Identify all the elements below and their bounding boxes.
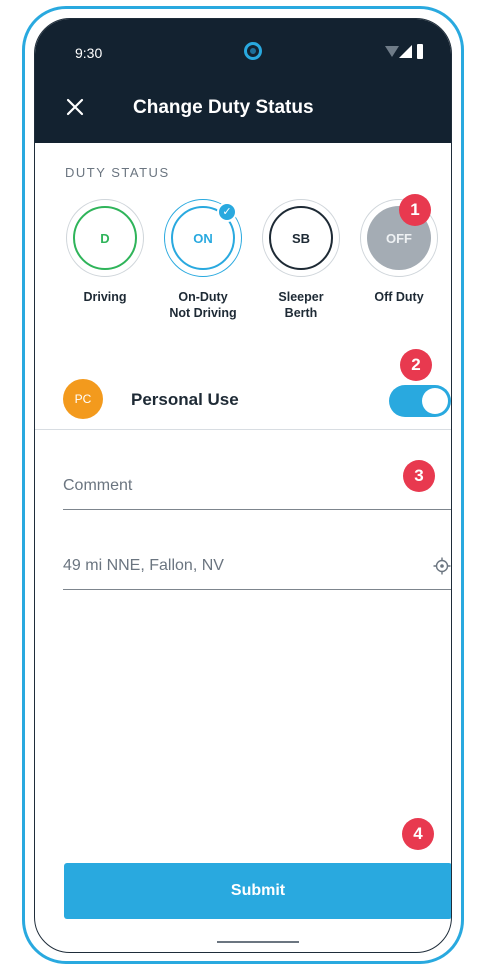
sleeper-label: Sleeper Berth xyxy=(261,289,341,321)
callout-badge-3: 3 xyxy=(403,460,435,492)
comment-placeholder: Comment xyxy=(63,477,133,494)
toggle-knob xyxy=(422,388,448,414)
app-header: 9:30 Change Duty Status xyxy=(35,19,451,143)
callout-badge-4: 4 xyxy=(402,818,434,850)
duty-status-label: DUTY STATUS xyxy=(65,165,170,180)
driving-label: Driving xyxy=(65,289,145,305)
duty-option-driving[interactable]: D Driving xyxy=(65,199,145,305)
divider-bottom xyxy=(35,429,451,430)
signal-icon xyxy=(399,45,412,58)
submit-button[interactable]: Submit xyxy=(64,863,451,919)
on-duty-label: On-Duty Not Driving xyxy=(163,289,243,321)
on-duty-ring: ON ✓ xyxy=(164,199,242,277)
battery-icon xyxy=(417,44,423,59)
callout-badge-2: 2 xyxy=(400,349,432,381)
off-duty-label-line1: Off Duty xyxy=(374,290,424,304)
off-duty-label: Off Duty xyxy=(359,289,439,305)
system-status-icons xyxy=(385,44,425,60)
crosshair-location-icon[interactable] xyxy=(433,557,451,575)
callout-badge-1: 1 xyxy=(399,194,431,226)
pc-avatar: PC xyxy=(63,379,103,419)
sleeper-ring: SB xyxy=(262,199,340,277)
personal-use-toggle[interactable] xyxy=(389,385,451,417)
sleeper-label-line1: Sleeper xyxy=(278,290,324,304)
duty-option-sleeper-berth[interactable]: SB Sleeper Berth xyxy=(261,199,341,321)
home-indicator xyxy=(217,941,299,943)
driving-code: D xyxy=(73,206,137,270)
camera-icon xyxy=(244,42,262,60)
close-icon[interactable] xyxy=(65,97,87,119)
page-title: Change Duty Status xyxy=(133,97,314,118)
sleeper-code: SB xyxy=(269,206,333,270)
personal-use-row: PC Personal Use xyxy=(35,361,451,427)
sleeper-label-line2: Berth xyxy=(284,306,318,320)
on-duty-label-line2: Not Driving xyxy=(169,306,237,320)
wifi-icon xyxy=(385,46,399,57)
on-duty-label-line1: On-Duty xyxy=(178,290,228,304)
selected-check-icon: ✓ xyxy=(217,202,237,222)
phone-screen: 9:30 Change Duty Status DUTY STATUS D Dr… xyxy=(34,18,452,953)
driving-label-line1: Driving xyxy=(83,290,127,304)
location-value: 49 mi NNE, Fallon, NV xyxy=(63,557,224,574)
location-field[interactable]: 49 mi NNE, Fallon, NV xyxy=(63,557,451,590)
driving-ring: D xyxy=(66,199,144,277)
comment-field[interactable]: Comment xyxy=(63,477,451,510)
status-time: 9:30 xyxy=(75,45,103,61)
personal-use-label: Personal Use xyxy=(131,390,239,409)
duty-option-on-duty[interactable]: ON ✓ On-Duty Not Driving xyxy=(163,199,243,321)
